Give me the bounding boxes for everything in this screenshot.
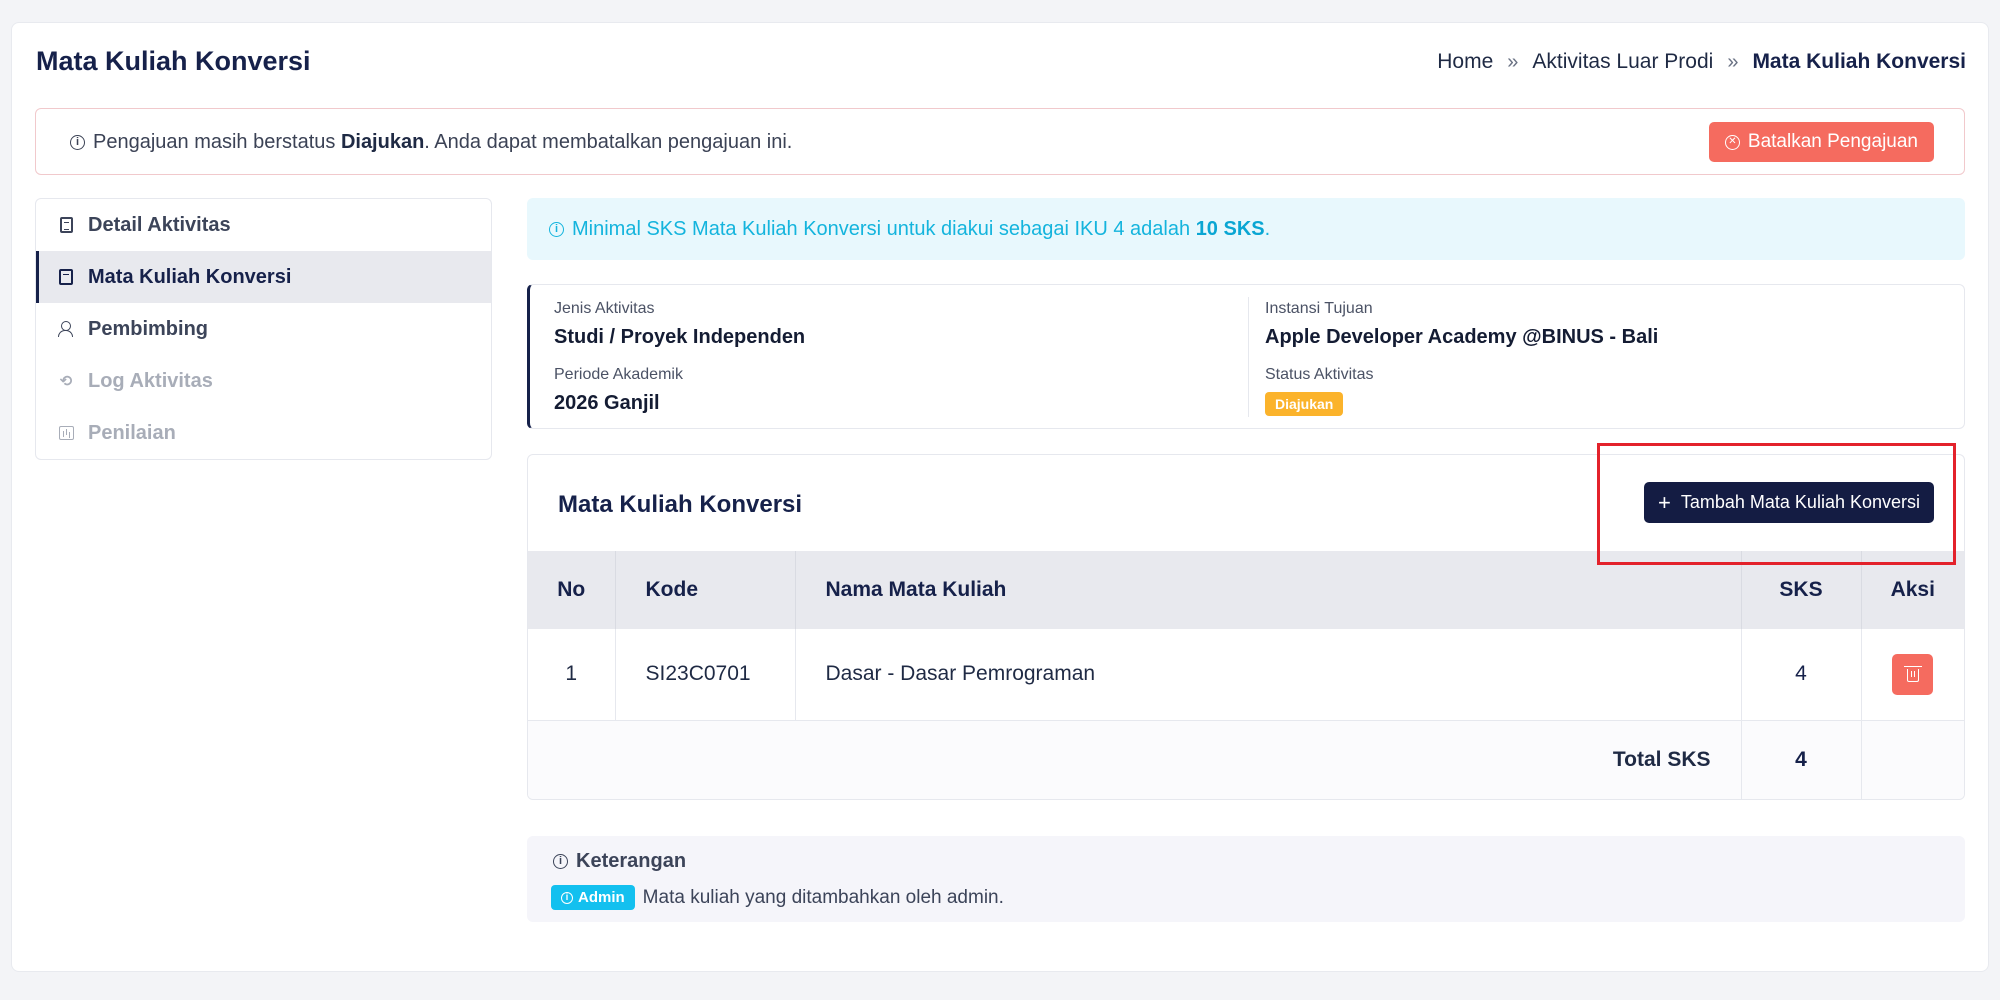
- sidebar-item-log-aktivitas: ⟲ Log Aktivitas: [36, 355, 491, 407]
- user-icon: [58, 321, 74, 337]
- meta-divider: [1248, 297, 1249, 417]
- meta-instansi-label: Instansi Tujuan: [1265, 300, 1373, 317]
- plus-icon: +: [1658, 489, 1671, 515]
- breadcrumb-current: Mata Kuliah Konversi: [1752, 50, 1966, 73]
- admin-badge-label: Admin: [578, 889, 625, 906]
- meta-jenis-label: Jenis Aktivitas: [554, 300, 655, 317]
- delete-button[interactable]: [1892, 653, 1934, 695]
- iku-info-prefix: Minimal SKS Mata Kuliah Konversi untuk d…: [572, 217, 1191, 240]
- course-conversion-card: Mata Kuliah Konversi + Tambah Mata Kulia…: [527, 454, 1965, 800]
- meta-periode-label: Periode Akademik: [554, 366, 683, 383]
- info-icon: i: [70, 135, 85, 150]
- breadcrumb-home[interactable]: Home: [1437, 50, 1493, 74]
- column-header-kode: Kode: [615, 551, 796, 629]
- iku-info-banner: i Minimal SKS Mata Kuliah Konversi untuk…: [527, 198, 1965, 260]
- sidebar-item-label: Penilaian: [88, 421, 176, 444]
- breadcrumb-parent[interactable]: Aktivitas Luar Prodi: [1532, 50, 1713, 74]
- status-alert: i Pengajuan masih berstatus Diajukan. An…: [35, 108, 1965, 175]
- alert-suffix: . Anda dapat membatalkan pengajuan ini.: [424, 131, 793, 153]
- meta-instansi-value: Apple Developer Academy @BINUS - Bali: [1265, 326, 1659, 348]
- meta-status-label: Status Aktivitas: [1265, 366, 1374, 383]
- column-header-nama: Nama Mata Kuliah: [795, 551, 1742, 629]
- info-icon: i: [553, 854, 568, 869]
- sidebar-item-mata-kuliah-konversi[interactable]: Mata Kuliah Konversi: [36, 251, 491, 303]
- history-icon: ⟲: [59, 373, 73, 390]
- meta-periode-value: 2026 Ganjil: [554, 392, 660, 414]
- close-circle-icon: ✕: [1724, 134, 1740, 150]
- meta-jenis-value: Studi / Proyek Independen: [554, 326, 806, 348]
- breadcrumb: Home » Aktivitas Luar Prodi » Mata Kulia…: [1437, 50, 1966, 74]
- column-header-sks: SKS: [1741, 551, 1862, 629]
- cancel-submission-button[interactable]: ✕ Batalkan Pengajuan: [1708, 122, 1934, 162]
- table-row: 1 SI23C0701 Dasar - Dasar Pemrograman 4: [528, 629, 1964, 721]
- meta-status: Status Aktivitas Diajukan: [1265, 366, 1374, 416]
- meta-periode: Periode Akademik 2026 Ganjil: [554, 366, 683, 415]
- sidebar-item-penilaian: Penilaian: [36, 407, 491, 459]
- breadcrumb-separator: »: [1727, 50, 1739, 73]
- alert-prefix: Pengajuan masih berstatus: [93, 131, 336, 153]
- course-table: No Kode Nama Mata Kuliah SKS Aksi 1 SI23…: [528, 551, 1964, 799]
- add-course-label: Tambah Mata Kuliah Konversi: [1680, 492, 1920, 512]
- iku-info-value: 10 SKS: [1195, 217, 1265, 240]
- meta-jenis: Jenis Aktivitas Studi / Proyek Independe…: [554, 300, 805, 349]
- cell-nama: Dasar - Dasar Pemrograman: [795, 629, 1742, 721]
- sidebar-item-label: Mata Kuliah Konversi: [88, 265, 292, 288]
- legend-note: i Keterangan i Admin Mata kuliah yang di…: [527, 836, 1965, 922]
- sidebar-item-label: Detail Aktivitas: [88, 213, 231, 236]
- note-text: Mata kuliah yang ditambahkan oleh admin.: [642, 886, 1004, 908]
- sidebar-item-detail-aktivitas[interactable]: Detail Aktivitas: [36, 199, 491, 251]
- column-header-aksi: Aksi: [1861, 551, 1964, 629]
- chart-icon: [58, 425, 74, 441]
- sidebar-item-label: Log Aktivitas: [88, 369, 213, 392]
- cell-kode: SI23C0701: [615, 629, 796, 721]
- sidebar-item-pembimbing[interactable]: Pembimbing: [36, 303, 491, 355]
- total-value: 4: [1741, 720, 1862, 799]
- meta-instansi: Instansi Tujuan Apple Developer Academy …: [1265, 300, 1658, 349]
- alert-message: i Pengajuan masih berstatus Diajukan. An…: [70, 131, 792, 154]
- sidebar-item-label: Pembimbing: [88, 317, 209, 340]
- document-icon: [58, 217, 74, 233]
- sidebar-nav: Detail Aktivitas Mata Kuliah Konversi Pe…: [35, 198, 492, 460]
- total-row: Total SKS 4: [528, 720, 1964, 799]
- admin-badge: i Admin: [551, 885, 635, 910]
- alert-status: Diajukan: [340, 131, 425, 153]
- breadcrumb-separator: »: [1507, 50, 1519, 73]
- iku-info-suffix: .: [1264, 217, 1271, 240]
- note-line: i Admin Mata kuliah yang ditambahkan ole…: [551, 885, 1004, 910]
- book-icon: [58, 269, 74, 285]
- status-badge: Diajukan: [1265, 392, 1344, 416]
- info-icon: i: [561, 891, 573, 904]
- section-title: Mata Kuliah Konversi: [558, 491, 803, 518]
- cell-aksi: [1861, 629, 1964, 721]
- cell-sks: 4: [1741, 629, 1862, 721]
- column-header-no: No: [528, 551, 616, 629]
- page-title: Mata Kuliah Konversi: [36, 46, 311, 76]
- note-title: i Keterangan: [553, 850, 686, 873]
- note-title-label: Keterangan: [576, 850, 687, 872]
- activity-meta-card: Jenis Aktivitas Studi / Proyek Independe…: [527, 284, 1965, 429]
- total-empty-cell: [1861, 720, 1964, 799]
- table-header-row: No Kode Nama Mata Kuliah SKS Aksi: [528, 551, 1964, 629]
- trash-icon: [1903, 666, 1922, 683]
- total-label: Total SKS: [528, 720, 1742, 799]
- cancel-submission-label: Batalkan Pengajuan: [1747, 131, 1918, 152]
- add-course-button[interactable]: + Tambah Mata Kuliah Konversi: [1644, 482, 1934, 523]
- info-icon: i: [549, 221, 564, 237]
- cell-no: 1: [528, 629, 616, 721]
